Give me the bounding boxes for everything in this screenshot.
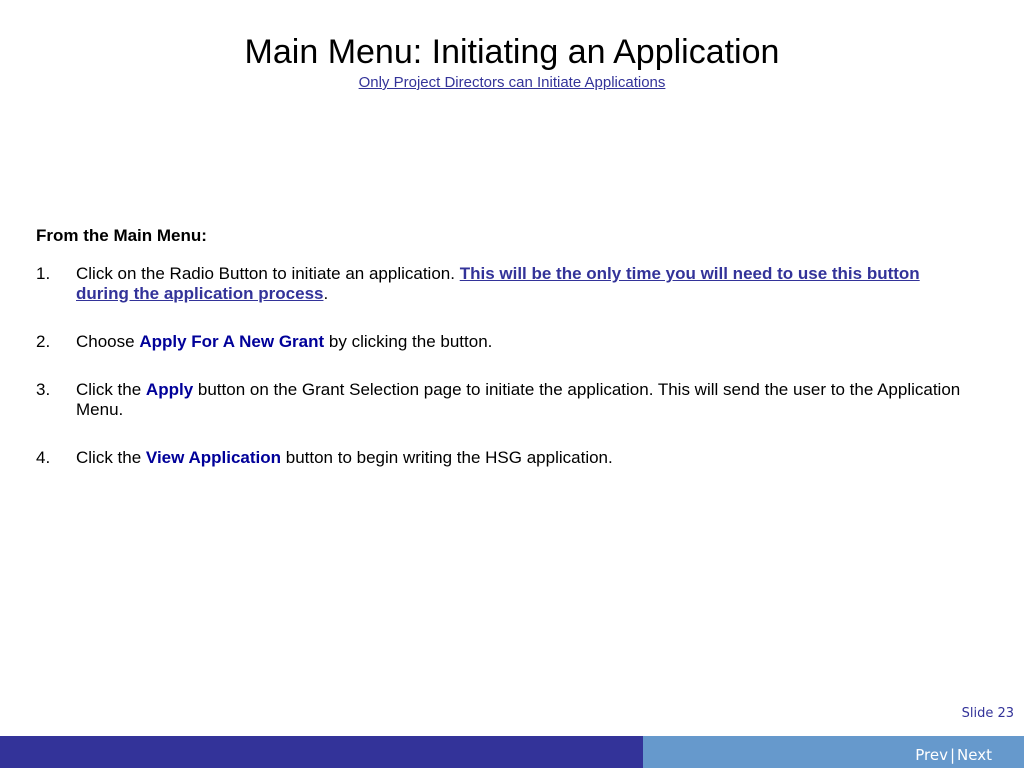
list-item: 1. Click on the Radio Button to initiate… [36,264,966,304]
slide-navigation: Prev | Next [915,746,992,764]
step-text: Click the [76,448,142,467]
step-emphasis: Apply [145,380,194,399]
step-text: Click the [76,380,142,399]
footer-light-band: Prev | Next [643,736,1024,768]
subtitle-link[interactable]: Only Project Directors can Initiate Appl… [359,74,666,91]
step-text-after: by clicking the button. [328,332,493,351]
list-item: 2. Choose Apply For A New Grant by click… [36,332,966,352]
step-number: 3. [36,380,51,399]
step-number: 2. [36,332,51,351]
slide-title: Main Menu: Initiating an Application [244,33,780,71]
footer-bar: Prev | Next [0,736,1024,768]
step-number: 1. [36,264,51,283]
footer-dark-band [0,736,643,768]
slide-number: Slide 23 [961,706,1014,721]
main-content: From the Main Menu: 1. Click on the Radi… [36,226,966,496]
step-text: Click on the Radio Button to initiate an… [76,264,455,283]
steps-list: 1. Click on the Radio Button to initiate… [36,264,966,468]
step-number: 4. [36,448,51,467]
step-emphasis: Apply For A New Grant [139,332,325,351]
nav-separator: | [949,746,956,764]
step-text: Choose [76,332,135,351]
step-text-after: button to begin writing the HSG applicat… [285,448,613,467]
slide-subtitle: Only Project Directors can Initiate Appl… [0,74,1024,92]
step-emphasis: View Application [145,448,282,467]
step-text-after: button on the Grant Selection page to in… [76,380,961,419]
list-item: 3. Click the Apply button on the Grant S… [36,380,966,420]
prev-link[interactable]: Prev [915,746,948,764]
intro-heading: From the Main Menu: [36,226,207,245]
step-text-after: . [323,284,329,303]
list-item: 4. Click the View Application button to … [36,448,966,468]
next-link[interactable]: Next [957,746,992,764]
